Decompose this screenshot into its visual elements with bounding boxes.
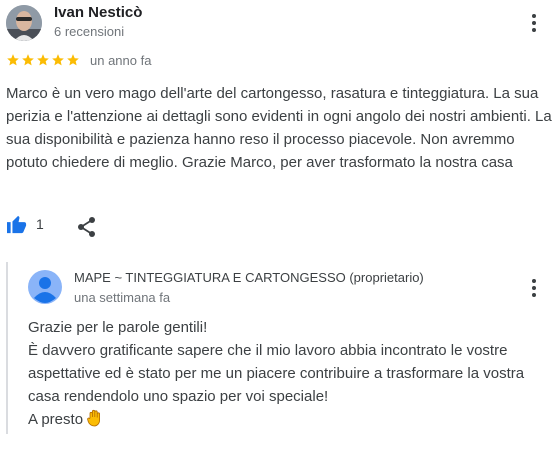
share-button[interactable] (77, 216, 97, 238)
owner-name: MAPE ~ TINTEGGIATURA E CARTONGESSO (prop… (74, 270, 424, 285)
waving-hand-icon (87, 409, 103, 434)
star-rating (6, 53, 80, 67)
reviewer-photo (6, 5, 42, 41)
share-icon (78, 217, 95, 237)
review-date: un anno fa (90, 53, 152, 68)
star-icon (67, 54, 79, 66)
reply-line: Grazie per le parole gentili! (28, 319, 208, 336)
star-icon (52, 54, 64, 66)
star-icon (22, 54, 34, 66)
reply-date: una settimana fa (74, 290, 171, 305)
reviewer-avatar[interactable] (6, 5, 42, 41)
star-icon (37, 54, 49, 66)
like-button[interactable]: 1 (6, 214, 44, 234)
review-text: Marco è un vero mago dell'arte del carto… (6, 85, 552, 171)
person-icon (28, 270, 62, 304)
like-count: 1 (36, 216, 44, 232)
owner-avatar (28, 270, 62, 304)
reply-line: aspettative ed è stato per me un piacere… (28, 365, 525, 382)
reply-text: Grazie per le parole gentili! È davvero … (28, 316, 548, 434)
reply-menu-button[interactable] (524, 277, 544, 299)
star-icon (7, 54, 19, 66)
reply-line: casa rendendolo uno spazio per voi speci… (28, 388, 329, 405)
owner-reply: MAPE ~ TINTEGGIATURA E CARTONGESSO (prop… (6, 262, 554, 434)
reviewer-review-count: 6 recensioni (54, 24, 125, 39)
thumbs-up-icon (7, 215, 27, 234)
reviewer-name[interactable]: Ivan Nesticò (54, 4, 142, 21)
reply-closing-line: A presto (28, 408, 548, 434)
review-menu-button[interactable] (524, 12, 544, 34)
reply-closing: A presto (28, 411, 84, 428)
reply-line: È davvero gratificante sapere che il mio… (28, 342, 508, 359)
